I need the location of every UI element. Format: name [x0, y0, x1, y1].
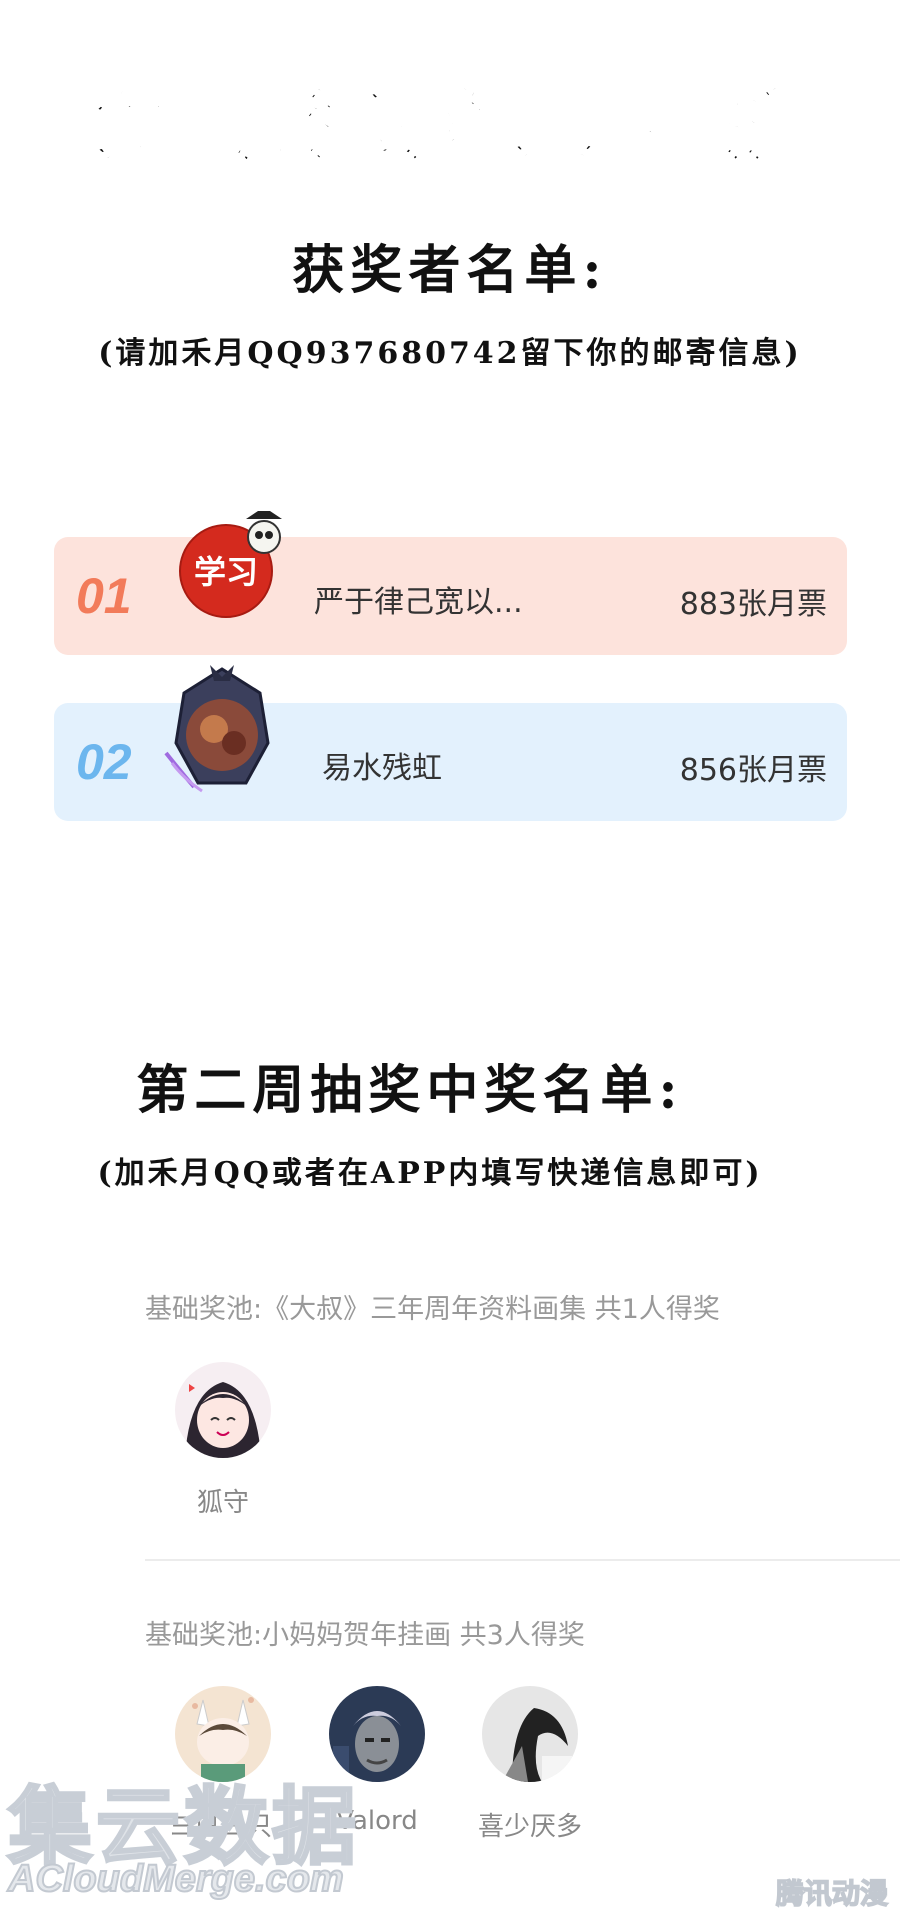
winner-item[interactable]: 狐守: [168, 1362, 278, 1519]
pool-divider: [145, 1559, 900, 1561]
winner-item[interactable]: 喜少厌多: [475, 1686, 585, 1843]
badge-text: 学习: [194, 553, 258, 591]
winners-heading: 获奖者名单:: [292, 240, 608, 301]
pool-label: 基础奖池:《大叔》三年周年资料画集 共1人得奖: [145, 1294, 720, 1325]
avatar: [175, 1362, 271, 1458]
rank-number: 02: [76, 734, 132, 790]
pool-label: 基础奖池:小妈妈贺年挂画 共3人得奖: [145, 1620, 585, 1651]
rank-user-name: 易水残虹: [322, 751, 442, 786]
avatar: [482, 1686, 578, 1782]
winner-name: 喜少厌多: [477, 1812, 582, 1842]
lottery-heading: 第二周抽奖中奖名单:: [136, 1060, 684, 1121]
rank-card-1: 01 学习 严于律己宽以... 883张月票: [54, 511, 847, 655]
lottery-note: (加禾月QQ或者在APP内填写快递信息即可): [97, 1156, 763, 1191]
winner-name: 狐守: [196, 1488, 249, 1518]
page-title: 第二周活动结果已出炉: [98, 85, 800, 168]
brand-logo: 腾讯动漫: [775, 1876, 889, 1911]
rank-card-2: 02 易水残虹 856张月票: [54, 665, 847, 821]
rank-votes: 856张月票: [679, 753, 827, 788]
rank-user-name: 严于律己宽以...: [314, 585, 523, 620]
watermark-site: ACloudMerge.com: [7, 1857, 345, 1901]
avatar: 学习: [174, 507, 289, 622]
rank-votes: 883张月票: [679, 587, 827, 622]
avatar: [154, 663, 289, 798]
rank-number: 01: [76, 568, 132, 624]
winners-note: (请加禾月QQ937680742留下你的邮寄信息): [98, 336, 802, 371]
